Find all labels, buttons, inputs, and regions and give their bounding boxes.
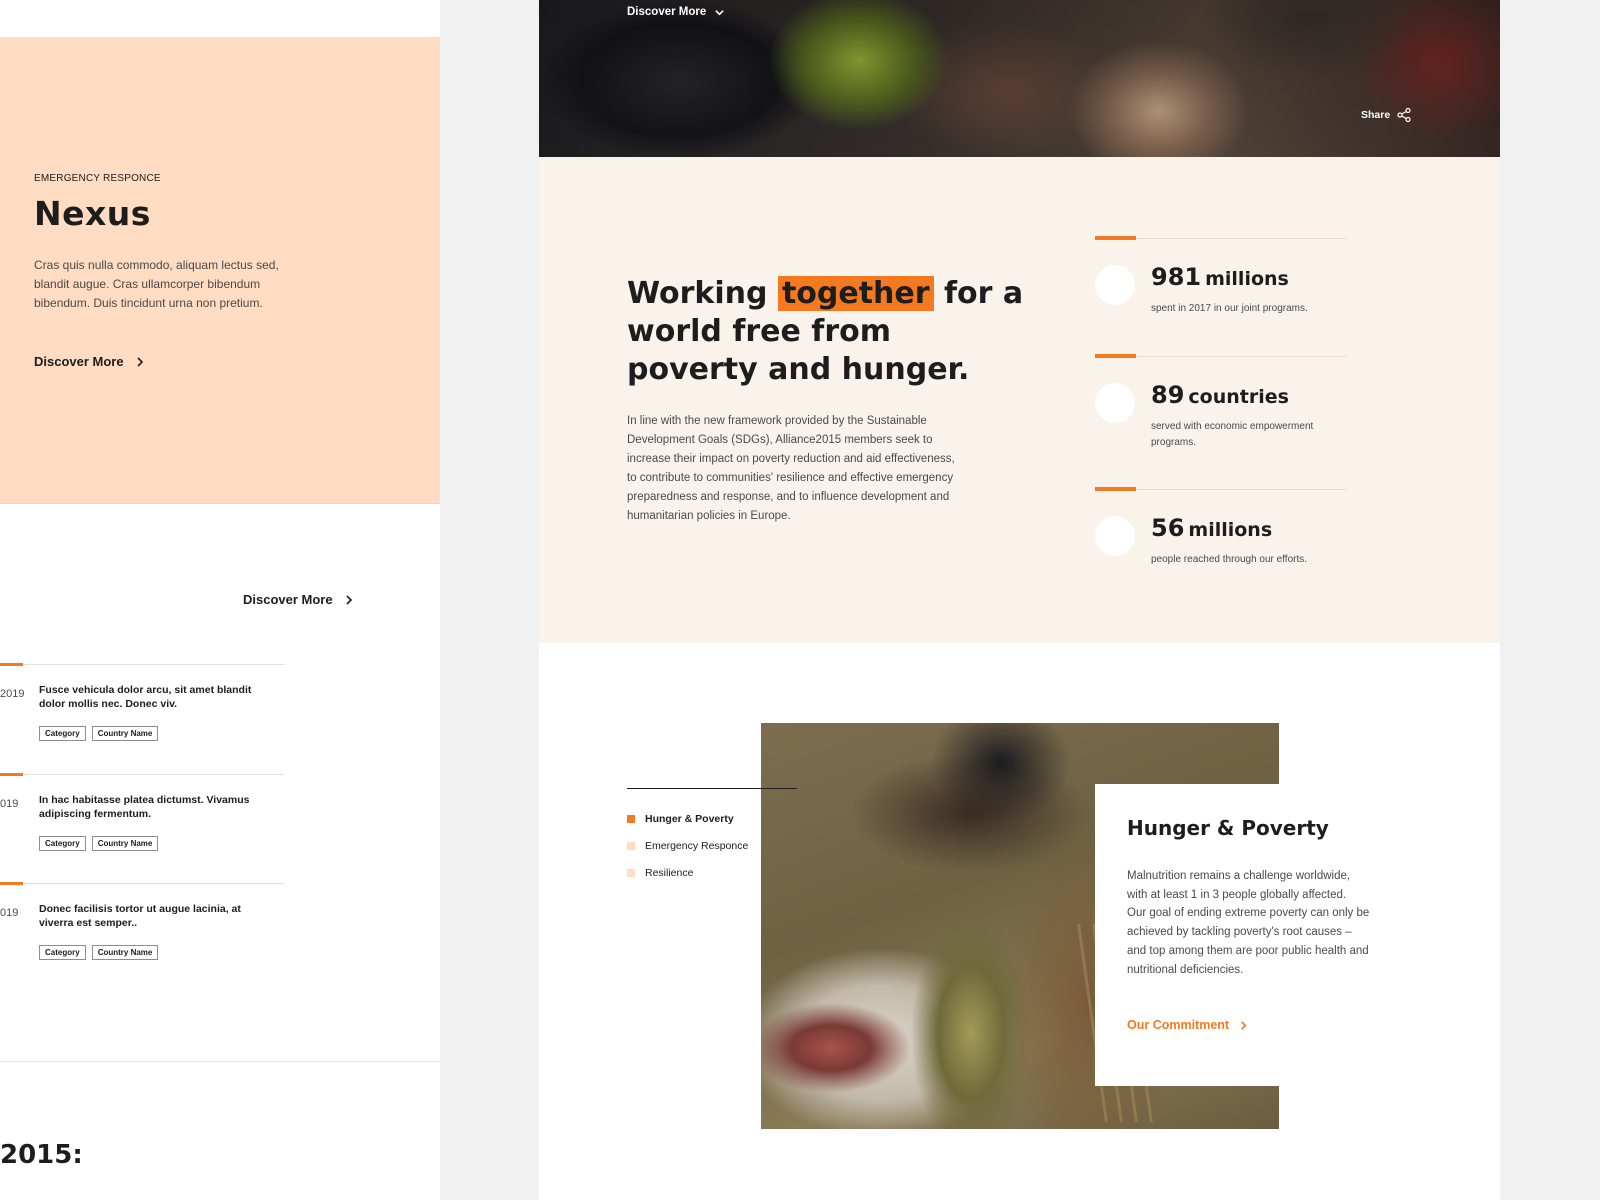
mission-intro: In line with the new framework provided … xyxy=(627,415,955,522)
country-tag[interactable]: Country Name xyxy=(91,726,159,741)
share-button[interactable]: Share xyxy=(1361,108,1411,122)
category-tag[interactable]: Category xyxy=(39,726,86,741)
chevron-right-icon xyxy=(1241,1020,1247,1030)
headline-highlight: together xyxy=(777,276,934,311)
news-accent-bar xyxy=(0,663,23,666)
tab-hunger-poverty[interactable]: Hunger & Poverty xyxy=(627,813,748,825)
tab-marker xyxy=(627,815,635,823)
news-tags: Category Country Name xyxy=(39,726,159,741)
stat-icon xyxy=(1095,383,1135,423)
headline-start: Working xyxy=(627,276,778,311)
country-tag[interactable]: Country Name xyxy=(91,836,159,851)
chevron-right-icon xyxy=(346,594,352,605)
card-body: Cras quis nulla commodo, aliquam lectus … xyxy=(34,258,279,310)
tab-marker xyxy=(627,869,635,877)
news-title[interactable]: Donec facilisis tortor ut augue lacinia,… xyxy=(39,902,254,930)
our-commitment-link[interactable]: Our Commitment xyxy=(1127,1018,1249,1032)
news-accent-bar xyxy=(0,773,23,776)
news-date: 019 xyxy=(0,798,19,810)
main-column: Discover More Share Working together for… xyxy=(539,0,1500,1200)
news-item[interactable]: 019 In hac habitasse platea dictumst. Vi… xyxy=(0,773,285,884)
card-title: Nexus xyxy=(34,194,151,233)
news-item[interactable]: 019 Donec facilisis tortor ut augue laci… xyxy=(0,882,285,993)
stat-accent-bar xyxy=(1095,487,1136,491)
share-label: Share xyxy=(1361,109,1391,121)
stat-unit: millions xyxy=(1188,519,1273,541)
stat-value: 56 xyxy=(1151,514,1185,542)
news-tags: Category Country Name xyxy=(39,836,159,851)
feature-card: Hunger & Poverty Malnutrition remains a … xyxy=(1095,784,1407,1086)
tab-label: Emergency Responce xyxy=(645,840,749,852)
section-divider xyxy=(0,1061,440,1062)
feature-card-body: Malnutrition remains a challenge worldwi… xyxy=(1127,870,1370,976)
news-title[interactable]: In hac habitasse platea dictumst. Vivamu… xyxy=(39,793,254,821)
mission-headline: Working together for a world free from p… xyxy=(627,275,1027,389)
tab-resilience[interactable]: Resilience xyxy=(627,867,748,879)
news-title[interactable]: Fusce vehicula dolor arcu, sit amet blan… xyxy=(39,683,254,711)
our-commitment-label: Our Commitment xyxy=(1127,1018,1230,1032)
news-date: 2019 xyxy=(0,688,25,700)
stat-unit: countries xyxy=(1188,386,1289,408)
stat-icon xyxy=(1095,265,1135,305)
tab-emergency-responce[interactable]: Emergency Responce xyxy=(627,840,748,852)
news-accent-bar xyxy=(0,882,23,885)
hero-discover-more-button[interactable]: Discover More xyxy=(627,6,725,18)
stat-unit: millions xyxy=(1205,268,1289,290)
hero-discover-label: Discover More xyxy=(627,6,707,18)
stat-number: 89 countries xyxy=(1151,381,1289,409)
stat-accent-bar xyxy=(1095,354,1136,358)
stat-value: 981 xyxy=(1151,263,1202,291)
tab-label: Hunger & Poverty xyxy=(645,813,734,825)
chevron-down-icon xyxy=(715,9,724,15)
discover-more-link[interactable]: Discover More xyxy=(34,354,146,369)
left-panel: EMERGENCY RESPONCE Nexus Cras quis nulla… xyxy=(0,0,440,1200)
stat-icon xyxy=(1095,516,1135,556)
news-date: 019 xyxy=(0,907,19,919)
stat-value: 89 xyxy=(1151,381,1185,409)
stat-description: spent in 2017 in our joint programs. xyxy=(1151,303,1308,314)
chevron-right-icon xyxy=(137,356,143,367)
stat-number: 56 millions xyxy=(1151,514,1272,542)
feature-card-title: Hunger & Poverty xyxy=(1127,816,1329,840)
stat-accent-bar xyxy=(1095,236,1136,240)
nexus-card: EMERGENCY RESPONCE Nexus Cras quis nulla… xyxy=(0,37,440,504)
tab-marker xyxy=(627,842,635,850)
feature-divider xyxy=(627,788,797,789)
hero-overlay xyxy=(539,0,1500,157)
stat-number: 981 millions xyxy=(1151,263,1289,291)
share-icon xyxy=(1397,108,1411,122)
discover-more-link-secondary[interactable]: Discover More xyxy=(243,592,355,607)
discover-more-label: Discover More xyxy=(34,354,124,369)
year-heading: 2015: xyxy=(0,1140,83,1170)
news-tags: Category Country Name xyxy=(39,945,159,960)
card-eyebrow: EMERGENCY RESPONCE xyxy=(34,173,161,184)
news-item[interactable]: 2019 Fusce vehicula dolor arcu, sit amet… xyxy=(0,663,285,774)
stat-description: people reached through our efforts. xyxy=(1151,554,1308,565)
stat-description: served with economic empowerment program… xyxy=(1151,421,1314,448)
discover-more-label: Discover More xyxy=(243,592,333,607)
hero-image: Discover More Share xyxy=(539,0,1500,157)
topic-tabs: Hunger & Poverty Emergency Responce Resi… xyxy=(627,813,748,894)
category-tag[interactable]: Category xyxy=(39,945,86,960)
tab-label: Resilience xyxy=(645,867,694,879)
country-tag[interactable]: Country Name xyxy=(91,945,159,960)
category-tag[interactable]: Category xyxy=(39,836,86,851)
mission-section: Working together for a world free from p… xyxy=(539,157,1500,643)
